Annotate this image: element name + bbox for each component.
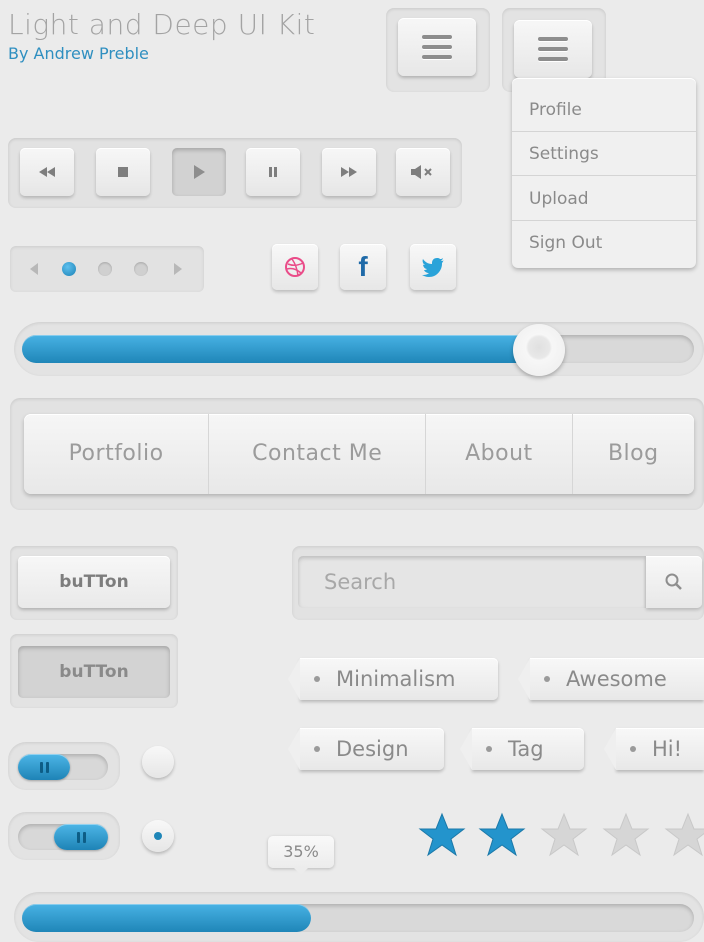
- fast-forward-icon: [341, 167, 357, 177]
- pager-next-icon[interactable]: [172, 262, 184, 276]
- nav-item-about[interactable]: About: [426, 414, 573, 494]
- menu-button[interactable]: [398, 18, 476, 76]
- button-normal[interactable]: buTTon: [18, 556, 170, 608]
- progress-tooltip: 35%: [268, 836, 334, 875]
- button-pressed[interactable]: buTTon: [18, 646, 170, 698]
- star-filled-icon[interactable]: [418, 812, 466, 858]
- pause-button[interactable]: [246, 148, 300, 196]
- progress-bar: [22, 904, 694, 932]
- stop-icon: [118, 167, 128, 177]
- menu-item-profile[interactable]: Profile: [512, 88, 696, 132]
- tag-label: Tag: [508, 737, 544, 761]
- radio-unselected[interactable]: [142, 746, 174, 778]
- radio-selected[interactable]: [142, 820, 174, 852]
- tag-label: Minimalism: [336, 667, 456, 691]
- hamburger-icon: [422, 35, 452, 39]
- toggle-knob: [54, 824, 108, 850]
- star-empty-icon[interactable]: [602, 812, 650, 858]
- slider-track[interactable]: [22, 335, 694, 363]
- facebook-icon: f: [358, 251, 368, 282]
- play-button[interactable]: [172, 148, 226, 196]
- nav-item-blog[interactable]: Blog: [573, 414, 694, 494]
- nav-bar: Portfolio Contact Me About Blog: [24, 414, 694, 494]
- tag-tag[interactable]: Tag: [460, 728, 584, 770]
- pager-prev-icon[interactable]: [28, 262, 40, 276]
- fast-forward-button[interactable]: [322, 148, 376, 196]
- menu-button-open[interactable]: [514, 20, 592, 78]
- toggle-on[interactable]: [18, 824, 108, 850]
- facebook-button[interactable]: f: [340, 244, 386, 290]
- kit-title: Light and Deep UI Kit: [8, 8, 316, 41]
- tag-design[interactable]: Design: [288, 728, 444, 770]
- nav-item-contact-me[interactable]: Contact Me: [209, 414, 427, 494]
- tag-awesome[interactable]: Awesome: [518, 658, 704, 700]
- pager-dot-active[interactable]: [62, 262, 76, 276]
- star-filled-icon[interactable]: [478, 812, 526, 858]
- menu-item-sign-out[interactable]: Sign Out: [512, 221, 696, 265]
- nav-item-portfolio[interactable]: Portfolio: [24, 414, 210, 494]
- progress-fill: [22, 904, 311, 932]
- star-empty-icon[interactable]: [664, 812, 704, 858]
- tag-label: Hi!: [652, 737, 683, 761]
- pager-dot[interactable]: [134, 262, 148, 276]
- menu-item-settings[interactable]: Settings: [512, 132, 696, 176]
- stop-button[interactable]: [96, 148, 150, 196]
- pager-dot[interactable]: [98, 262, 112, 276]
- search-input[interactable]: [298, 556, 646, 608]
- dropdown-menu: Profile Settings Upload Sign Out: [512, 78, 696, 268]
- mute-icon: [411, 165, 432, 179]
- tag-label: Design: [336, 737, 409, 761]
- star-empty-icon[interactable]: [540, 812, 588, 858]
- rewind-icon: [39, 167, 55, 177]
- twitter-icon: [422, 258, 444, 277]
- media-controls: [8, 138, 462, 208]
- tag-minimalism[interactable]: Minimalism: [288, 658, 498, 700]
- rewind-button[interactable]: [20, 148, 74, 196]
- dribbble-icon: [285, 257, 305, 277]
- play-icon: [194, 165, 205, 179]
- slider-fill: [22, 335, 540, 363]
- pause-icon: [269, 167, 277, 177]
- toggle-knob: [18, 754, 70, 780]
- radio-dot: [154, 832, 162, 840]
- twitter-button[interactable]: [410, 244, 456, 290]
- dribbble-button[interactable]: [272, 244, 318, 290]
- search-icon: [665, 573, 682, 590]
- mute-button[interactable]: [396, 148, 450, 196]
- byline: By Andrew Preble: [8, 44, 149, 63]
- search-button[interactable]: [646, 556, 702, 608]
- tag-hi[interactable]: Hi!: [604, 728, 704, 770]
- toggle-off[interactable]: [18, 754, 108, 780]
- tag-label: Awesome: [566, 667, 667, 691]
- hamburger-icon: [538, 37, 568, 41]
- menu-item-upload[interactable]: Upload: [512, 177, 696, 221]
